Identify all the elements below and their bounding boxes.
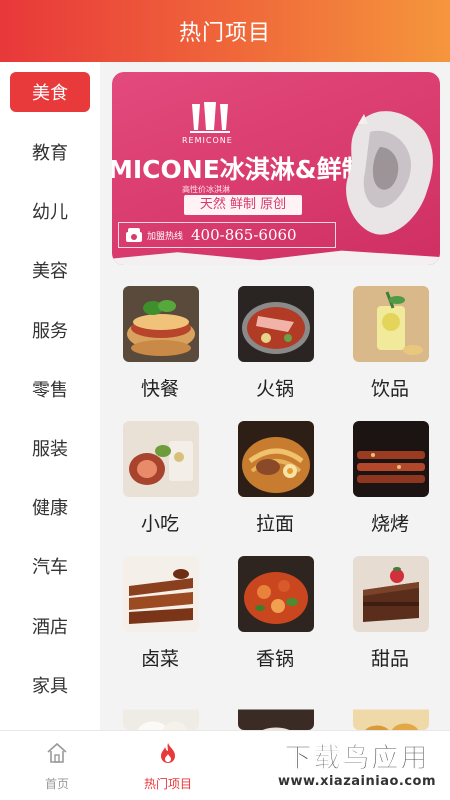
category-snacks[interactable]: 小吃 xyxy=(110,421,210,541)
sidebar-item-retail[interactable]: 零售 xyxy=(10,369,90,409)
hotpot-photo xyxy=(238,286,314,362)
category-bbq[interactable]: 烧烤 xyxy=(340,421,440,541)
tab-home-label: 首页 xyxy=(44,777,69,791)
banner-brand: REMICONE xyxy=(182,136,233,145)
drink-photo xyxy=(353,286,429,362)
tab-home[interactable]: 首页 xyxy=(2,737,112,797)
category-label: 甜品 xyxy=(370,648,409,670)
watermark: 下载鸟应用 www.xiazainiao.com xyxy=(268,736,446,794)
category-spicy-pot[interactable]: 香锅 xyxy=(225,556,325,676)
category-label: 小吃 xyxy=(140,513,179,535)
hotline-label: 加盟热线 xyxy=(147,231,184,242)
banner-subtitle: 高性价冰淇淋 xyxy=(182,185,230,194)
spicy-pot-photo xyxy=(238,556,314,632)
partial-photo-3[interactable] xyxy=(353,691,429,730)
category-label: 火锅 xyxy=(255,378,294,400)
sidebar-item-education[interactable]: 教育 xyxy=(10,132,90,172)
category-label: 香锅 xyxy=(255,648,294,670)
category-drinks[interactable]: 饮品 xyxy=(340,286,440,406)
category-braised[interactable]: 卤菜 xyxy=(110,556,210,676)
watermark-main: 下载鸟应用 xyxy=(284,743,430,775)
sidebar-item-service[interactable]: 服务 xyxy=(10,310,90,350)
sandwich-photo xyxy=(123,286,199,362)
sidebar-item-auto[interactable]: 汽车 xyxy=(10,546,90,586)
snack-photo xyxy=(123,421,199,497)
sidebar-item-hotel[interactable]: 酒店 xyxy=(10,606,90,646)
category-sidebar: 美食 教育 幼儿 美容 服务 零售 服装 健康 汽车 酒店 家具 xyxy=(0,62,100,730)
category-label: 拉面 xyxy=(255,513,294,535)
category-label: 烧烤 xyxy=(370,513,409,535)
sidebar-item-furniture[interactable]: 家具 xyxy=(10,665,90,705)
page-title: 热门项目 xyxy=(178,21,271,46)
watermark-url: www.xiazainiao.com xyxy=(277,774,437,789)
sidebar-item-food[interactable]: 美食 xyxy=(10,72,90,112)
sidebar-item-clothing[interactable]: 服装 xyxy=(10,428,90,468)
category-label: 饮品 xyxy=(370,378,409,400)
promo-banner[interactable]: REMICONE MICONE冰淇淋&鲜制茶 高性价冰淇淋 天然 鲜制 原创 加… xyxy=(112,72,440,265)
cake-photo xyxy=(353,556,429,632)
fire-icon xyxy=(161,743,175,763)
ice-cream-art xyxy=(346,111,433,235)
partial-photo-2[interactable] xyxy=(238,691,314,730)
sidebar-item-beauty[interactable]: 美容 xyxy=(10,250,90,290)
remicone-logo-icon xyxy=(190,102,230,133)
category-label: 快餐 xyxy=(140,378,179,400)
category-dessert[interactable]: 甜品 xyxy=(340,556,440,676)
phone-icon xyxy=(126,228,142,242)
tab-hot-projects[interactable]: 热门项目 xyxy=(113,737,223,797)
home-icon xyxy=(47,742,67,763)
banner-hotline: 加盟热线 400-865-6060 xyxy=(118,222,336,248)
tab-hot-label: 热门项目 xyxy=(143,777,192,791)
main-content: REMICONE MICONE冰淇淋&鲜制茶 高性价冰淇淋 天然 鲜制 原创 加… xyxy=(100,62,450,730)
category-ramen[interactable]: 拉面 xyxy=(225,421,325,541)
category-label: 卤菜 xyxy=(140,648,179,670)
braised-duck-photo xyxy=(123,556,199,632)
category-hotpot[interactable]: 火锅 xyxy=(225,286,325,406)
partial-photo-1[interactable] xyxy=(123,691,199,730)
sidebar-item-health[interactable]: 健康 xyxy=(10,487,90,527)
ramen-photo xyxy=(238,421,314,497)
hotline-number: 400-865-6060 xyxy=(191,226,297,244)
category-fast-food[interactable]: 快餐 xyxy=(110,286,210,406)
bbq-photo xyxy=(353,421,429,497)
header-bar: 热门项目 xyxy=(0,0,450,62)
sidebar-item-kids[interactable]: 幼儿 xyxy=(10,191,90,231)
banner-slogan: 天然 鲜制 原创 xyxy=(184,195,302,215)
